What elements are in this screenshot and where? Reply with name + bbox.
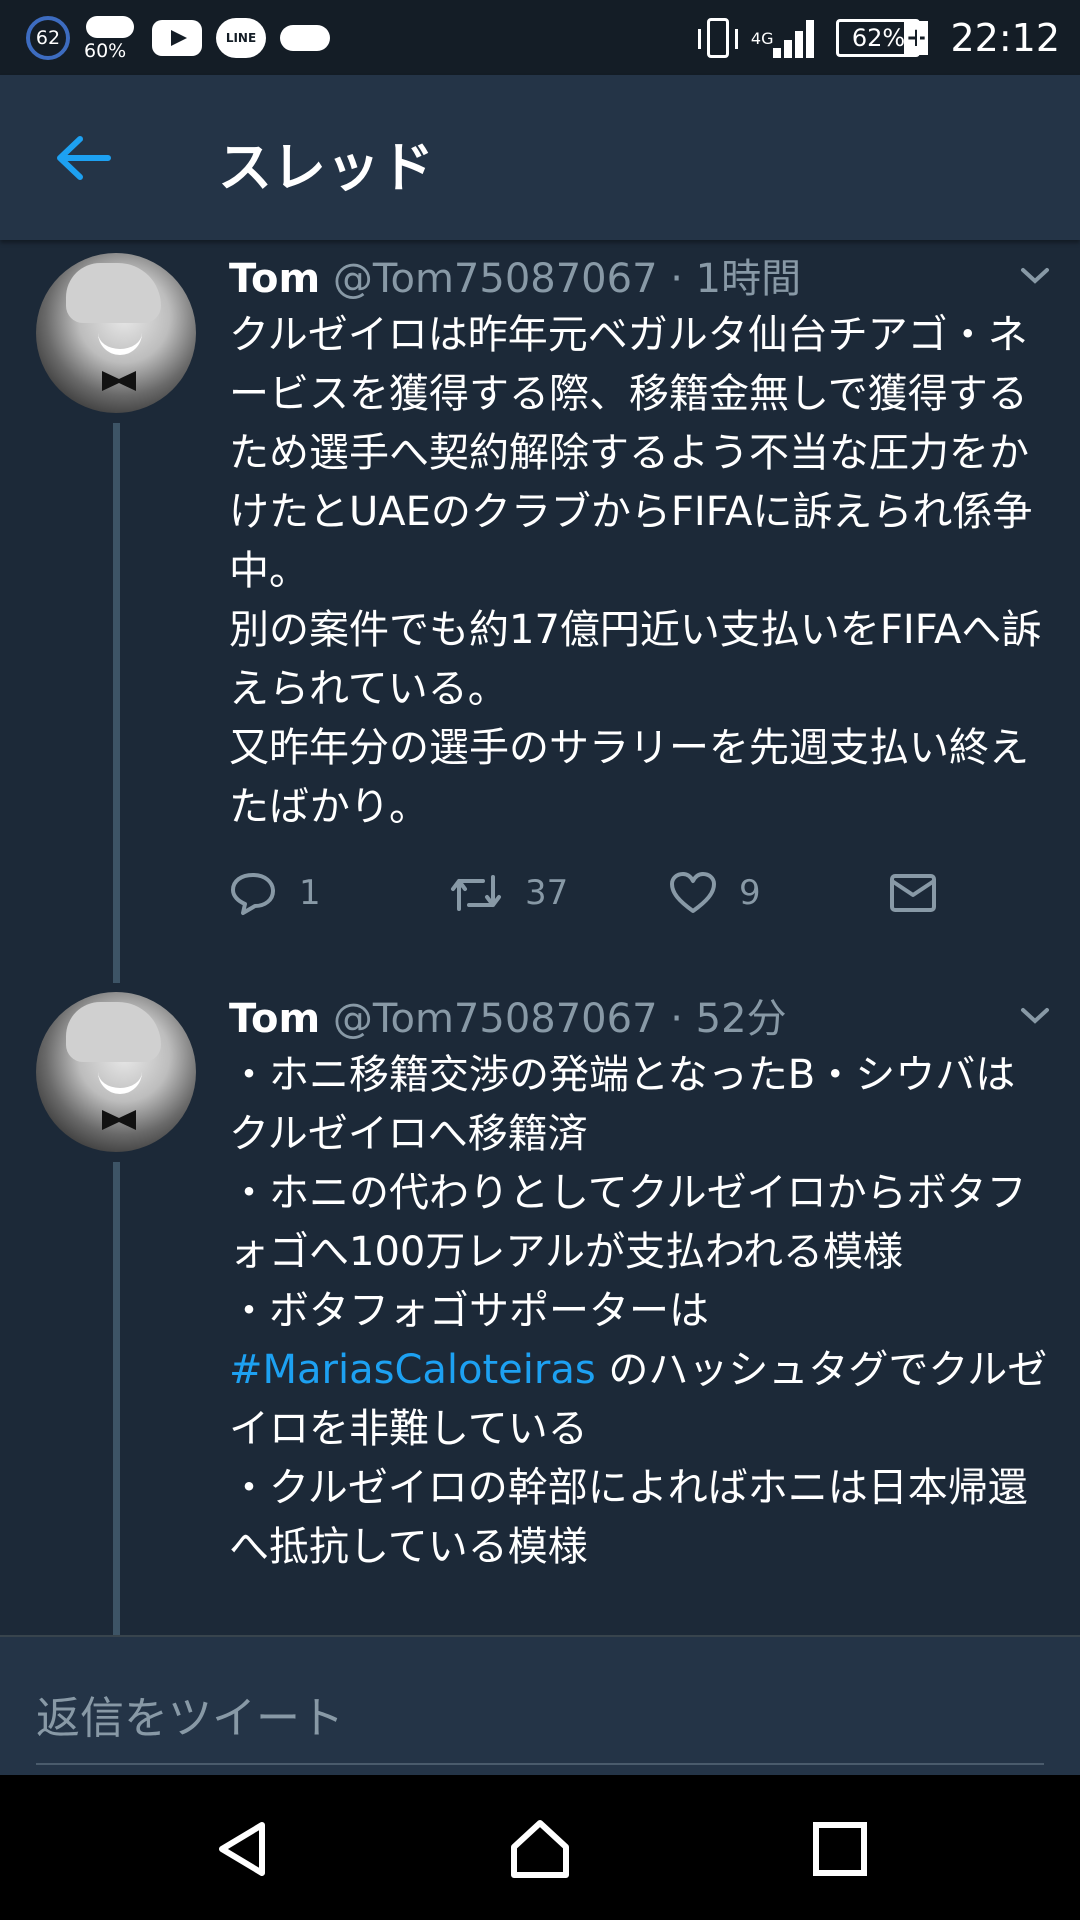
page-title: スレッド (218, 136, 434, 199)
battery-group: 62% + (836, 19, 929, 57)
signal-group: 4G (751, 18, 815, 58)
reply-input[interactable]: 返信をツイート (36, 1682, 344, 1746)
vibrate-icon (697, 18, 738, 58)
tweet-text-part: ・ホニ移籍交渉の発端となったB・シウバはクルゼイロへ移籍済 ・ホニの代わりとして… (229, 1052, 1027, 1334)
reply-button[interactable]: 1 (229, 869, 449, 917)
tweet-text: クルゼイロは昨年元ベガルタ仙台チアゴ・ネービスを獲得する際、移籍金無しで獲得する… (229, 312, 1042, 830)
tweet-header: Tom @Tom75087067 · 1時間 (229, 246, 801, 304)
author-name[interactable]: Tom (229, 996, 320, 1042)
like-button[interactable]: 9 (669, 871, 889, 915)
tweet-actions: 1 37 9 (229, 863, 1009, 923)
reply-underline (36, 1763, 1044, 1765)
author-name[interactable]: Tom (229, 256, 320, 302)
reply-icon (231, 873, 275, 915)
system-nav-bar (0, 1775, 1080, 1920)
battery-icon: 62% (836, 19, 921, 57)
hashtag-link[interactable]: #MariasCaloteiras (229, 1347, 596, 1393)
nav-recents-icon[interactable] (808, 1817, 872, 1881)
youtube-icon (152, 20, 202, 56)
app-header: スレッド (0, 75, 1080, 240)
author-handle: @Tom75087067 · 52分 (332, 996, 787, 1042)
avatar[interactable] (36, 253, 196, 413)
retweet-icon (451, 875, 501, 911)
tweet-header: Tom @Tom75087067 · 52分 (229, 986, 787, 1044)
status-bar: 62 60% LINE 4G 62% + 22:12 (0, 0, 1080, 75)
notification-count: 62 (35, 27, 61, 49)
retweet-count: 37 (525, 873, 569, 913)
thread-line (113, 1162, 120, 1635)
chevron-down-icon[interactable] (1020, 1006, 1050, 1026)
network-type: 4G (750, 29, 774, 48)
line-app-icon: LINE (216, 18, 266, 58)
thread-line (113, 423, 120, 983)
nav-home-icon[interactable] (508, 1817, 572, 1881)
battery-level: 62% (851, 24, 906, 52)
retweet-button[interactable]: 37 (449, 869, 669, 917)
clock: 22:12 (950, 16, 1060, 60)
author-handle: @Tom75087067 · 1時間 (332, 256, 802, 302)
cloud-icon (280, 25, 330, 51)
signal-icon (773, 18, 815, 58)
thread-timeline[interactable]: Tom @Tom75087067 · 1時間 クルゼイロは昨年元ベガルタ仙台チア… (0, 240, 1080, 1635)
share-button[interactable] (889, 873, 959, 913)
envelope-icon (890, 874, 936, 912)
notification-count-icon: 62 (26, 16, 70, 60)
arrow-left-icon (57, 136, 111, 180)
chevron-down-icon[interactable] (1020, 266, 1050, 286)
back-button[interactable] (52, 133, 112, 183)
tweet-text: ・ホニ移籍交渉の発端となったB・シウバはクルゼイロへ移籍済 ・ホニの代わりとして… (229, 1046, 1049, 1577)
line-label: LINE (225, 31, 257, 45)
reply-composer: 返信をツイート (0, 1635, 1080, 1777)
reply-count: 1 (299, 873, 321, 913)
heart-icon (670, 872, 716, 913)
avatar[interactable] (36, 992, 196, 1152)
nav-back-icon[interactable] (212, 1817, 276, 1881)
like-count: 9 (739, 873, 761, 913)
weather-percent: 60% (84, 40, 127, 62)
weather-icon: 60% (84, 10, 138, 66)
